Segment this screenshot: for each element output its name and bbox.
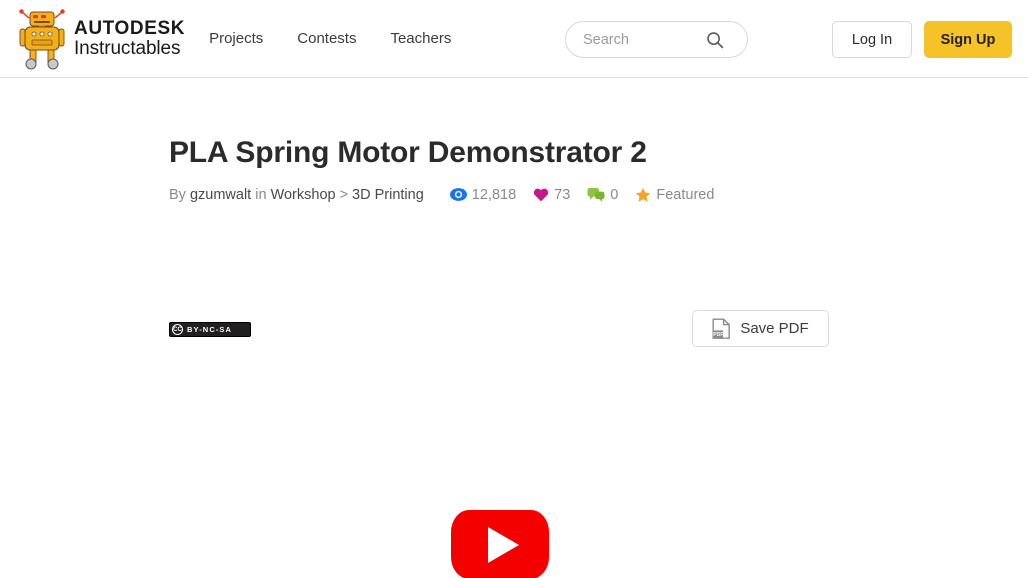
signup-button[interactable]: Sign Up — [924, 21, 1012, 58]
byline-by-label: By — [169, 186, 186, 203]
stat-views-value: 12,818 — [471, 186, 517, 203]
article-container: PLA Spring Motor Demonstrator 2 By gzumw… — [0, 78, 1028, 578]
stat-favorites-value: 73 — [554, 186, 571, 203]
byline-subcategory-link[interactable]: 3D Printing — [352, 187, 424, 203]
search-submit-button[interactable] — [698, 22, 732, 57]
brand-text: AUTODESK Instructables — [74, 17, 186, 59]
byline-category-link[interactable]: Workshop — [271, 187, 336, 203]
brand-line-autodesk: AUTODESK — [74, 17, 186, 39]
save-pdf-label: Save PDF — [740, 320, 809, 337]
heart-icon — [534, 188, 549, 201]
byline-in-label: in — [255, 186, 267, 203]
video-embed-area — [0, 378, 1028, 578]
license-terms: BY-NC-SA — [187, 325, 233, 334]
comment-icon — [587, 187, 605, 202]
byline: By gzumwalt in Workshop > 3D Printing 12… — [169, 186, 725, 203]
auth-buttons: Log In Sign Up — [832, 21, 1012, 58]
main-navigation: Projects Contests Teachers — [209, 30, 451, 47]
eye-icon — [449, 188, 467, 201]
nav-item-projects[interactable]: Projects — [209, 30, 263, 47]
nav-item-teachers[interactable]: Teachers — [390, 30, 451, 47]
instructables-robot-icon — [19, 8, 65, 69]
page-title: PLA Spring Motor Demonstrator 2 — [169, 136, 647, 169]
creative-commons-license-badge[interactable]: CC BY-NC-SA — [169, 322, 251, 337]
stat-featured: Featured — [635, 187, 714, 203]
stat-comments: 0 — [587, 187, 618, 203]
stat-favorites: 73 — [533, 187, 570, 203]
search-box[interactable] — [565, 21, 748, 58]
article-stats: 12,818 73 0 Featured — [449, 186, 726, 203]
youtube-play-icon[interactable] — [451, 510, 549, 578]
stat-comments-value: 0 — [610, 186, 619, 203]
byline-separator: > — [339, 186, 349, 203]
stat-featured-label: Featured — [656, 186, 715, 203]
search-icon — [707, 31, 724, 48]
brand-logo-link[interactable]: AUTODESK Instructables — [16, 8, 185, 70]
search-input[interactable] — [566, 22, 698, 57]
star-icon — [636, 187, 651, 202]
stat-views: 12,818 — [449, 186, 517, 203]
play-triangle-icon — [488, 526, 519, 563]
cc-icon: CC — [172, 324, 183, 335]
nav-item-contests[interactable]: Contests — [297, 30, 356, 47]
save-pdf-button[interactable]: PDF Save PDF — [692, 310, 829, 347]
svg-text:PDF: PDF — [713, 332, 723, 338]
brand-line-instructables: Instructables — [74, 37, 181, 59]
pdf-document-icon: PDF — [712, 318, 731, 339]
site-header: AUTODESK Instructables Projects Contests… — [0, 0, 1028, 78]
login-button[interactable]: Log In — [832, 21, 912, 58]
byline-author-link[interactable]: gzumwalt — [190, 187, 251, 203]
